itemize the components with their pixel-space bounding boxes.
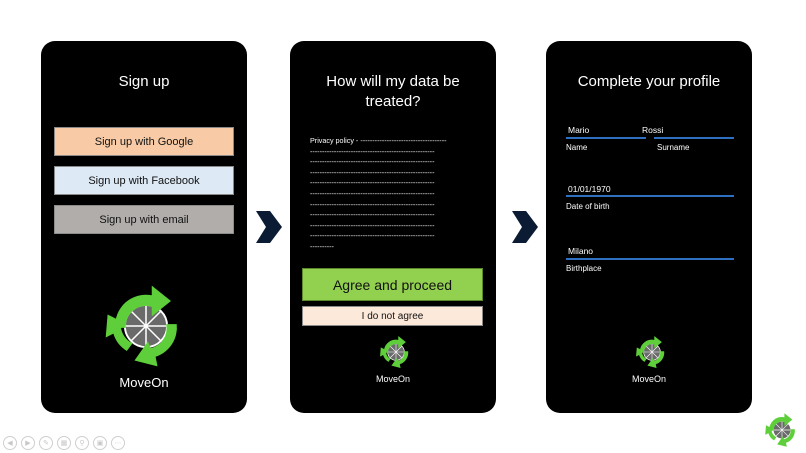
- flow-arrow-icon: [256, 211, 282, 243]
- birthplace-underline: [566, 258, 734, 260]
- privacy-title-line1: How will my data be: [326, 73, 460, 90]
- profile-screen: Complete your profile Mario Name Rossi S…: [546, 41, 752, 413]
- privacy-screen: How will my data be treated? Privacy pol…: [290, 41, 496, 413]
- subtitles-icon[interactable]: ▣: [93, 436, 107, 450]
- surname-underline: [654, 137, 734, 139]
- signup-screen: Sign up Sign up with Google Sign up with…: [41, 41, 247, 413]
- flow-arrow-icon: [512, 211, 538, 243]
- zoom-icon[interactable]: ⚲: [75, 436, 89, 450]
- signup-email-button[interactable]: Sign up with email: [54, 205, 234, 234]
- name-field[interactable]: Mario: [568, 125, 589, 135]
- back-icon[interactable]: ◀: [3, 436, 17, 450]
- signup-title: Sign up: [118, 73, 170, 90]
- surname-label: Surname: [657, 143, 690, 152]
- presentation-toolbar: ◀ ▶ ✎ ▦ ⚲ ▣ ⋯: [3, 436, 125, 450]
- more-icon[interactable]: ⋯: [111, 436, 125, 450]
- brand-name: MoveOn: [631, 374, 666, 384]
- recycle-arrows-logo-icon: [762, 410, 802, 450]
- dob-label: Date of birth: [566, 202, 610, 211]
- disagree-button[interactable]: I do not agree: [302, 306, 483, 326]
- surname-field[interactable]: Rossi: [642, 125, 663, 135]
- name-underline: [566, 137, 646, 139]
- profile-title: Complete your profile: [577, 73, 721, 90]
- birthplace-label: Birthplace: [566, 264, 602, 273]
- pen-icon[interactable]: ✎: [39, 436, 53, 450]
- agree-proceed-button[interactable]: Agree and proceed: [302, 268, 483, 301]
- signup-facebook-button[interactable]: Sign up with Facebook: [54, 166, 234, 195]
- slides-icon[interactable]: ▦: [57, 436, 71, 450]
- brand-name: MoveOn: [375, 374, 410, 384]
- dob-underline: [566, 195, 734, 197]
- birthplace-field[interactable]: Milano: [568, 246, 593, 256]
- recycle-arrows-logo-icon: [633, 333, 671, 371]
- name-label: Name: [566, 143, 588, 152]
- forward-icon[interactable]: ▶: [21, 436, 35, 450]
- date-of-birth-field[interactable]: 01/01/1970: [568, 184, 611, 194]
- privacy-title-line2: treated?: [365, 93, 421, 110]
- recycle-arrows-logo-icon: [98, 278, 194, 374]
- privacy-policy-text: Privacy policy - -----------------------…: [310, 136, 447, 251]
- signup-google-button[interactable]: Sign up with Google: [54, 127, 234, 156]
- brand-name: MoveOn: [119, 375, 169, 390]
- recycle-arrows-logo-icon: [377, 333, 415, 371]
